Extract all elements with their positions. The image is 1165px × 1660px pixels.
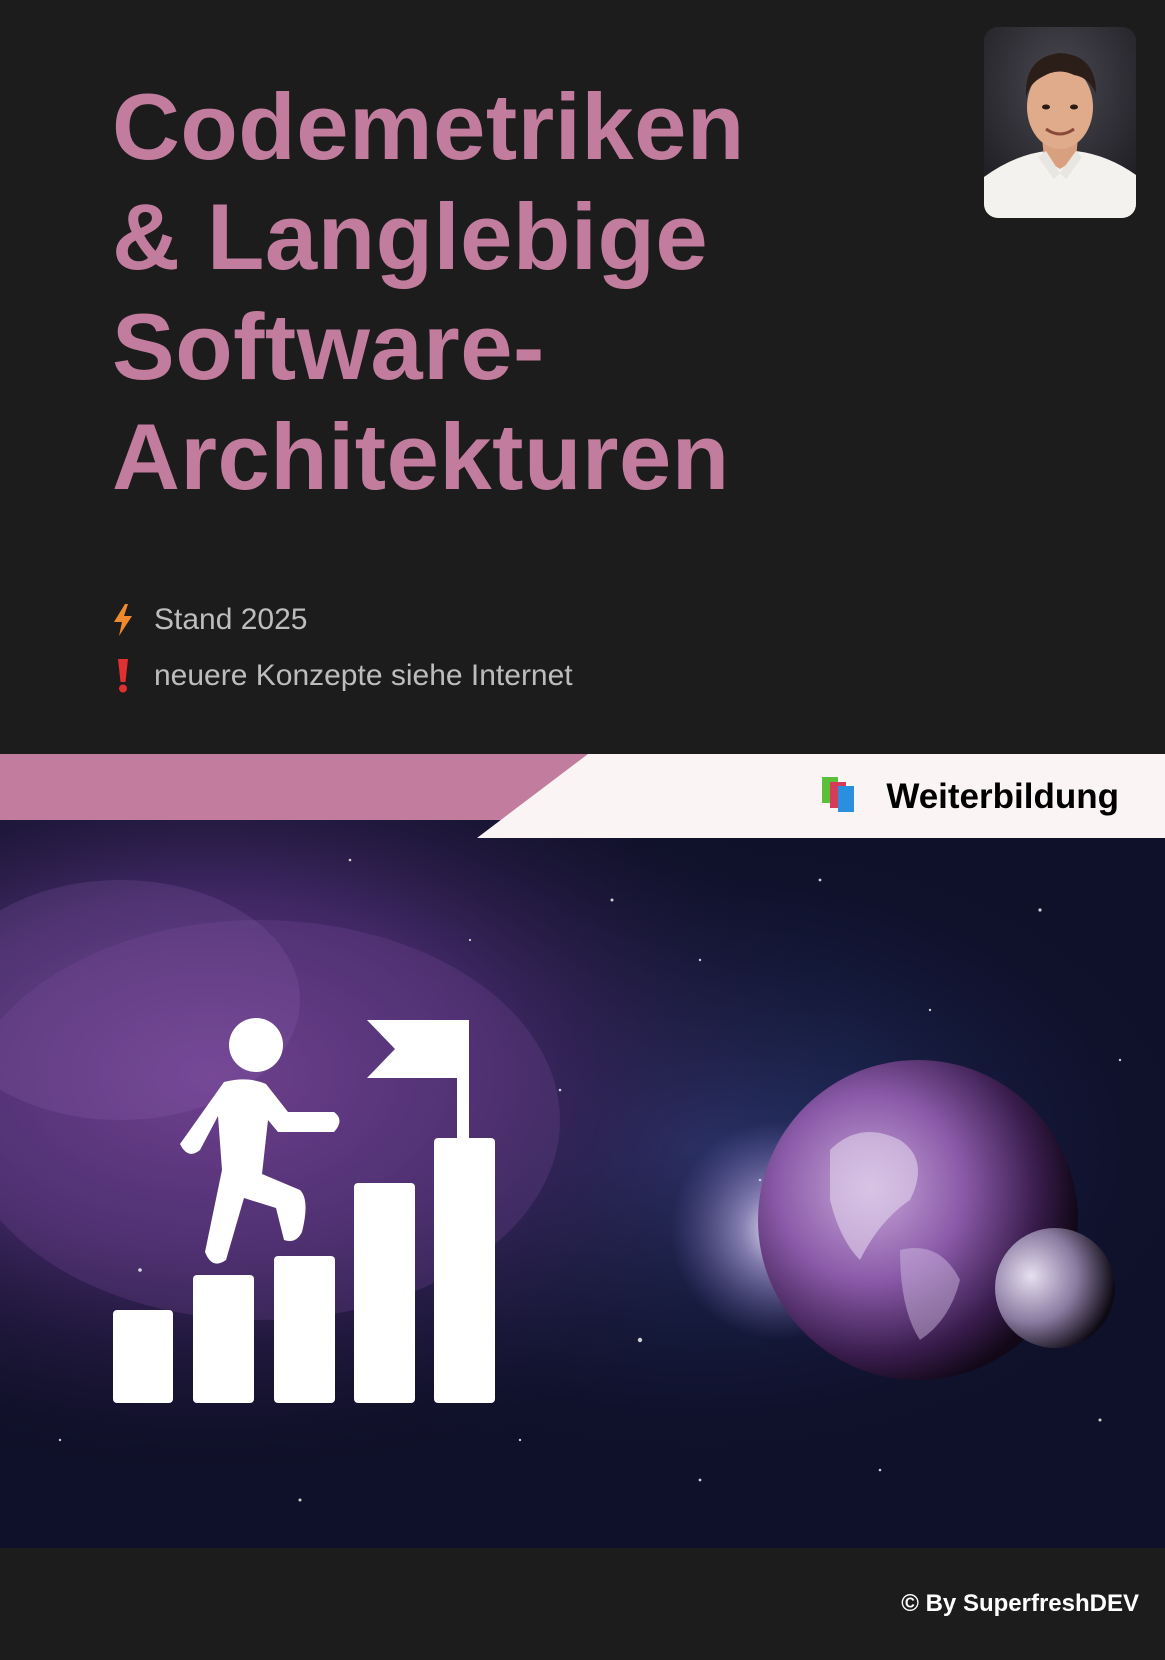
portrait-image	[984, 27, 1136, 218]
author-avatar	[984, 27, 1136, 218]
title-line-3: Software-	[112, 294, 545, 399]
lightning-icon	[112, 603, 140, 637]
title-line-2: & Langlebige	[112, 184, 709, 289]
exclamation-icon	[112, 659, 140, 693]
note-item-internet: neuere Konzepte siehe Internet	[112, 648, 573, 704]
notes-list: Stand 2025 neuere Konzepte siehe Interne…	[112, 592, 573, 704]
books-icon	[820, 775, 860, 818]
banner-text: Weiterbildung	[886, 776, 1119, 816]
title-line-4: Architekturen	[112, 404, 730, 509]
banner-label: Weiterbildung	[820, 775, 1119, 818]
hero-image	[0, 820, 1165, 1548]
title-line-1: Codemetriken	[112, 74, 745, 179]
note-text: neuere Konzepte siehe Internet	[154, 659, 573, 692]
document-title: Codemetriken & Langlebige Software- Arch…	[112, 72, 912, 512]
note-text: Stand 2025	[154, 603, 308, 636]
copyright-footer: © By SuperfreshDEV	[901, 1590, 1139, 1617]
note-item-stand: Stand 2025	[112, 592, 573, 648]
